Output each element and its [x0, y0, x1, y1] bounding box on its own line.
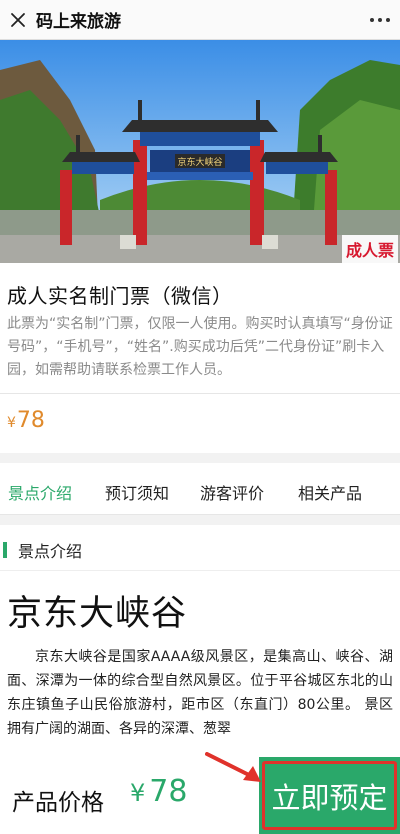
bottom-price-value: 78	[149, 774, 188, 809]
bottom-bar: 产品价格 ¥78 立即预定	[0, 757, 400, 834]
ticket-description: 此票为“实名制”门票，仅限一人使用。购买时认真填写“身份证号码”，“手机号”，“…	[7, 316, 393, 378]
close-button[interactable]	[0, 0, 36, 40]
more-icon	[370, 18, 374, 22]
tab-related-products[interactable]: 相关产品	[298, 480, 362, 504]
page-title: 码上来旅游	[36, 12, 121, 32]
scenic-description: 京东大峡谷是国家AAAA级风景区，是集高山、峡谷、湖面、深潭为一体的综合型自然风…	[7, 649, 393, 737]
red-arrow-icon	[205, 752, 261, 782]
tab-visitor-reviews[interactable]: 游客评价	[200, 480, 264, 504]
price-label: 产品价格	[12, 790, 104, 816]
section-header: 景点介绍	[0, 525, 400, 571]
scenic-gate-illustration: 京东大峡谷	[0, 40, 400, 263]
ticket-info-card: 成人实名制门票（微信） 此票为“实名制”门票，仅限一人使用。购买时认真填写“身份…	[0, 263, 400, 453]
bottom-price: ¥78	[130, 774, 187, 809]
ticket-title: 成人实名制门票（微信）	[7, 284, 233, 308]
divider	[0, 393, 400, 394]
section-accent-bar	[3, 542, 7, 558]
title-bar: 码上来旅游	[0, 0, 400, 40]
ticket-price-value: 78	[16, 408, 45, 433]
book-now-button[interactable]: 立即预定	[259, 757, 400, 834]
currency-symbol: ¥	[7, 415, 16, 431]
ticket-price: ¥78	[7, 408, 45, 433]
tab-scenic-intro[interactable]: 景点介绍	[8, 480, 72, 504]
close-icon	[11, 12, 25, 27]
hero-image: 京东大峡谷 成人票	[0, 40, 400, 263]
currency-symbol: ¥	[130, 779, 146, 807]
more-button[interactable]	[370, 0, 390, 40]
gate-plaque: 京东大峡谷	[177, 156, 222, 168]
scenic-name: 京东大峡谷	[7, 594, 188, 634]
tab-booking-notes[interactable]: 预订须知	[105, 480, 169, 504]
tab-bar: 景点介绍 预订须知 游客评价 相关产品	[0, 463, 400, 515]
section-label: 景点介绍	[18, 542, 83, 561]
ticket-type-badge: 成人票	[341, 235, 398, 263]
